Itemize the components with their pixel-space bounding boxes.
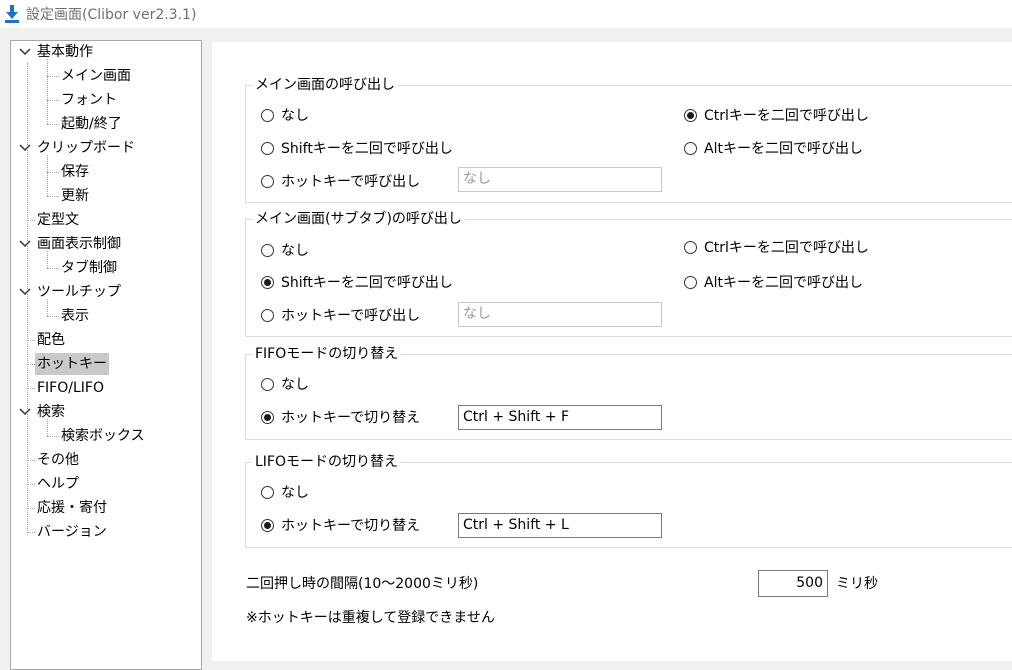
tree-item[interactable]: 応援・寄付 — [37, 497, 107, 519]
interval-unit: ミリ秒 — [836, 576, 878, 592]
tree-connector — [27, 388, 35, 389]
title-bar: 設定画面(Clibor ver2.3.1) — [0, 0, 1012, 28]
tree-branch-line — [47, 155, 48, 196]
tree-root-line — [27, 63, 28, 533]
tree-branch-line — [47, 251, 48, 268]
radio-icon[interactable] — [261, 411, 274, 424]
tree-connector — [47, 76, 59, 77]
tree-item[interactable]: FIFO/LIFO — [37, 377, 104, 399]
group-title: FIFOモードの切り替え — [252, 344, 402, 364]
settings-tree[interactable]: 基本動作 メイン画面 フォント 起動/終了 クリップボード 保存 更新 定型文 画面表示制御 タブ… — [10, 40, 202, 670]
chevron-down-icon[interactable] — [17, 41, 33, 63]
tree-connector — [27, 220, 35, 221]
tree-connector — [47, 268, 59, 269]
option-label: ホットキーで切り替え — [281, 518, 421, 534]
option-label: なし — [281, 243, 309, 259]
lifo-hotkey-field[interactable]: Ctrl + Shift + L — [458, 513, 662, 538]
tree-branch-line — [47, 419, 48, 436]
tree-connector — [47, 100, 59, 101]
option-label: Altキーを二回で呼び出し — [704, 275, 863, 291]
tree-item[interactable]: その他 — [37, 449, 79, 471]
tree-item[interactable]: バージョン — [37, 521, 107, 543]
option-label: なし — [281, 108, 309, 124]
duplicate-note: ※ホットキーは重複して登録できません — [246, 610, 495, 626]
fifo-toggle-group: FIFOモードの切り替え なし ホットキーで切り替え Ctrl + Shift … — [245, 344, 1012, 440]
interval-label: 二回押し時の間隔(10～2000ミリ秒) — [246, 576, 479, 592]
tree-connector — [47, 196, 59, 197]
subtab-call-group: メイン画面(サブタブ)の呼び出し なし Ctrlキーを二回で呼び出し Shift… — [245, 209, 1012, 337]
tree-connector — [47, 436, 59, 437]
radio-icon[interactable] — [261, 309, 274, 322]
tree-item[interactable]: 検索 — [37, 401, 65, 423]
tree-connector — [27, 508, 35, 509]
radio-icon[interactable] — [261, 244, 274, 257]
tree-connector — [47, 316, 59, 317]
option-label: なし — [281, 377, 309, 393]
group-title: メイン画面の呼び出し — [252, 75, 398, 95]
tree-item[interactable]: 検索ボックス — [61, 425, 145, 447]
tree-item[interactable]: メイン画面 — [61, 65, 131, 87]
tree-item[interactable]: 表示 — [61, 305, 89, 327]
tree-branch-line — [47, 299, 48, 316]
fifo-hotkey-field[interactable]: Ctrl + Shift + F — [458, 405, 662, 430]
chevron-down-icon[interactable] — [17, 233, 33, 255]
tree-item[interactable]: クリップボード — [37, 137, 135, 159]
tree-item[interactable]: ホットキー — [35, 353, 109, 375]
tree-item[interactable]: 保存 — [61, 161, 89, 183]
download-arrow-icon — [5, 5, 19, 23]
chevron-down-icon[interactable] — [17, 137, 33, 159]
radio-icon[interactable] — [261, 175, 274, 188]
radio-icon[interactable] — [684, 276, 697, 289]
radio-icon[interactable] — [261, 276, 274, 289]
chevron-down-icon[interactable] — [17, 281, 33, 303]
option-label: Ctrlキーを二回で呼び出し — [704, 108, 869, 124]
tree-item[interactable]: ヘルプ — [37, 473, 79, 495]
tree-connector — [27, 532, 35, 533]
tree-connector — [47, 172, 59, 173]
group-title: メイン画面(サブタブ)の呼び出し — [252, 209, 465, 229]
radio-icon[interactable] — [261, 378, 274, 391]
option-label: ホットキーで切り替え — [281, 410, 421, 426]
tree-item[interactable]: フォント — [61, 89, 117, 111]
hotkey-settings-panel: メイン画面の呼び出し なし Ctrlキーを二回で呼び出し Shiftキーを二回で… — [212, 40, 1012, 661]
option-label: ホットキーで呼び出し — [281, 308, 421, 324]
chevron-down-icon[interactable] — [17, 401, 33, 423]
option-label: Shiftキーを二回で呼び出し — [281, 275, 453, 291]
lifo-toggle-group: LIFOモードの切り替え なし ホットキーで切り替え Ctrl + Shift … — [245, 452, 1012, 548]
tree-item[interactable]: タブ制御 — [61, 257, 117, 279]
tree-connector — [27, 484, 35, 485]
radio-icon[interactable] — [261, 142, 274, 155]
tree-item[interactable]: 更新 — [61, 185, 89, 207]
radio-icon[interactable] — [261, 519, 274, 532]
tree-connector — [27, 460, 35, 461]
tree-item[interactable]: 定型文 — [37, 209, 79, 231]
radio-icon[interactable] — [261, 109, 274, 122]
main-window-call-group: メイン画面の呼び出し なし Ctrlキーを二回で呼び出し Shiftキーを二回で… — [245, 75, 1012, 203]
panel-divider — [212, 40, 1012, 42]
tree-item[interactable]: 画面表示制御 — [37, 233, 121, 255]
radio-icon[interactable] — [684, 109, 697, 122]
window-title: 設定画面(Clibor ver2.3.1) — [26, 7, 197, 23]
option-label: なし — [281, 485, 309, 501]
tree-connector — [27, 364, 35, 365]
radio-icon[interactable] — [261, 486, 274, 499]
radio-icon[interactable] — [684, 241, 697, 254]
tree-item[interactable]: 起動/終了 — [61, 113, 122, 135]
main-hotkey-field[interactable]: なし — [458, 167, 662, 192]
radio-icon[interactable] — [684, 142, 697, 155]
tree-connector — [47, 124, 59, 125]
tree-item[interactable]: 配色 — [37, 329, 65, 351]
interval-input[interactable]: 500 — [758, 570, 828, 597]
tree-item[interactable]: 基本動作 — [37, 41, 93, 63]
tree-item[interactable]: ツールチップ — [37, 281, 121, 303]
option-label: Shiftキーを二回で呼び出し — [281, 141, 453, 157]
option-label: ホットキーで呼び出し — [281, 174, 421, 190]
option-label: Altキーを二回で呼び出し — [704, 141, 863, 157]
tree-branch-line — [47, 59, 48, 124]
tree-connector — [27, 340, 35, 341]
option-label: Ctrlキーを二回で呼び出し — [704, 240, 869, 256]
sub-hotkey-field[interactable]: なし — [458, 302, 662, 327]
group-title: LIFOモードの切り替え — [252, 452, 402, 472]
